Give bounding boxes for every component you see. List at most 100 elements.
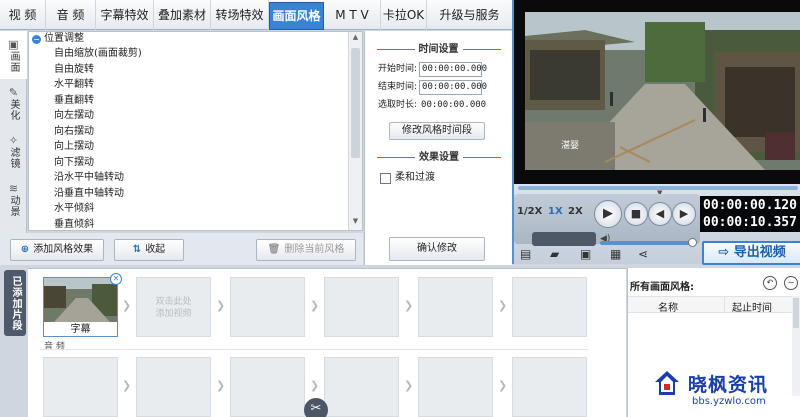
tab-overlay[interactable]: 叠加素材	[154, 0, 211, 30]
modify-time-button[interactable]: 修改风格时间段	[389, 122, 485, 140]
tree-item[interactable]: 自由缩放(画面裁剪)	[29, 46, 362, 62]
chevron-right-icon: ❯	[310, 379, 320, 392]
tab-karaoke[interactable]: 卡拉OK	[381, 0, 427, 30]
tab-transitions[interactable]: 转场特效	[211, 0, 269, 30]
audio-slot[interactable]	[418, 357, 493, 417]
tab-video[interactable]: 视 频	[0, 0, 46, 30]
end-time-input[interactable]: 00:00:00.000	[419, 79, 487, 95]
tree-item[interactable]: 垂直翻转	[29, 93, 362, 109]
tree-item[interactable]: 向上摆动	[29, 139, 362, 155]
speed-half-button[interactable]: 1/2X	[517, 206, 542, 217]
save-icon[interactable]: ▣	[580, 247, 591, 261]
tab-subtitle-effects[interactable]: 字幕特效	[96, 0, 154, 30]
collapse-label: 收起	[145, 244, 166, 255]
tree-item[interactable]: 沿水平中轴转动	[29, 170, 362, 186]
soft-transition-row[interactable]: 柔和过渡	[367, 169, 435, 187]
scroll-up-icon[interactable]: ▲	[349, 33, 362, 45]
tab-upgrade-service[interactable]: 升级与服务	[427, 0, 512, 30]
play-button[interactable]: ▶	[594, 200, 622, 228]
audio-slot[interactable]	[512, 357, 587, 417]
collapse-icon[interactable]: −	[32, 34, 41, 44]
collapse-arrows-icon: ⇅	[132, 244, 142, 255]
share-icon[interactable]: ⋖	[638, 247, 648, 261]
export-icon: ⇨	[718, 245, 734, 260]
side-tab-label: 美化	[8, 98, 19, 121]
speed-2x-button[interactable]: 2X	[568, 206, 583, 217]
empty-clip-slot[interactable]	[418, 277, 493, 337]
tree-item[interactable]: 向右摆动	[29, 124, 362, 140]
open-folder-icon[interactable]: ▰	[550, 247, 559, 261]
volume-slider[interactable]	[600, 238, 697, 247]
tree-item[interactable]: 沿垂直中轴转动	[29, 186, 362, 202]
transport-panel: 1/2X 1X 2X ▶ ■ ◀ ▶ ◀)	[514, 194, 700, 247]
delete-style-label: 删除当前风格	[284, 244, 345, 255]
chevron-right-icon: ❯	[498, 299, 508, 312]
minus-icon[interactable]: −	[784, 276, 798, 290]
side-tab-picture[interactable]: ▣ 画面	[0, 31, 27, 79]
collapse-button[interactable]: ⇅ 收起	[114, 239, 184, 261]
trash-icon: 🗑	[267, 244, 281, 255]
col-name-header[interactable]: 名称	[658, 299, 678, 314]
undo-icon[interactable]: ↶	[763, 276, 777, 290]
tab-mtv[interactable]: M T V	[324, 0, 381, 30]
side-tab-beautify[interactable]: ✎ 美化	[0, 79, 27, 127]
add-video-slot[interactable]: 双击此处 添加视频	[136, 277, 211, 337]
settings-panel: 时间设置 开始时间: 00:00:00.000 结束时间: 00:00:00.0…	[364, 31, 512, 265]
tree-item[interactable]: 自由旋转	[29, 62, 362, 78]
add-style-label: 添加风格效果	[33, 244, 94, 255]
empty-clip-slot[interactable]	[324, 277, 399, 337]
watermark-name: 晓枫资讯	[688, 374, 769, 396]
add-style-button[interactable]: ⊕ 添加风格效果	[10, 239, 104, 261]
export-label: 导出视频	[733, 245, 786, 260]
scroll-down-icon[interactable]: ▼	[349, 217, 362, 229]
chevron-right-icon: ❯	[216, 379, 226, 392]
list-toolbar: ⊕ 添加风格效果 ⇅ 收起 🗑 删除当前风格	[0, 233, 363, 265]
scroll-thumb[interactable]	[793, 298, 799, 328]
scissors-icon[interactable]: ✂	[304, 398, 328, 417]
tree-item[interactable]: 向左摆动	[29, 108, 362, 124]
audio-slot[interactable]	[324, 357, 399, 417]
tree-item[interactable]: 水平倾斜	[29, 201, 362, 217]
col-time-header[interactable]: 起止时间	[732, 299, 772, 314]
tree-item[interactable]: 向下摆动	[29, 155, 362, 171]
audio-slot[interactable]	[136, 357, 211, 417]
start-time-input[interactable]: 00:00:00.000	[419, 61, 487, 77]
tab-audio[interactable]: 音 频	[46, 0, 96, 30]
empty-clip-slot[interactable]	[512, 277, 587, 337]
forward-icon: ▶	[679, 207, 689, 220]
empty-clip-slot[interactable]	[230, 277, 305, 337]
start-time-row: 开始时间: 00:00:00.000	[365, 60, 512, 78]
side-tab-motion[interactable]: ≋ 动景	[0, 175, 27, 223]
duration-row: 选取时长: 00:00:00.000	[365, 96, 512, 114]
clip-timeline: 字幕 ✕ ❯ 双击此处 添加视频 ❯ ❯ ❯ ❯ ❯ ❯ ❯ ❯ ❯	[28, 268, 626, 417]
prev-frame-button[interactable]: ◀	[648, 202, 672, 226]
scroll-thumb[interactable]	[351, 48, 360, 158]
remove-clip-icon[interactable]: ✕	[110, 273, 122, 285]
side-tab-label: 画面	[8, 50, 19, 73]
side-tab-label: 滤镜	[8, 146, 19, 169]
frame-step-control[interactable]	[532, 232, 596, 246]
tab-picture-style[interactable]: 画面风格	[269, 2, 324, 30]
styles-list-header: 名称 起止时间	[628, 296, 800, 314]
stop-button[interactable]: ■	[624, 202, 648, 226]
effect-tree: − 位置调整 自由缩放(画面裁剪) 自由旋转 水平翻转 垂直翻转 向左摆动 向右…	[28, 31, 363, 231]
delete-style-button[interactable]: 🗑 删除当前风格	[256, 239, 356, 261]
side-tab-filter[interactable]: ✧ 滤镜	[0, 127, 27, 175]
tree-item[interactable]: 水平翻转	[29, 77, 362, 93]
tree-scrollbar[interactable]: ▲ ▼	[348, 32, 362, 230]
soft-transition-checkbox[interactable]	[380, 172, 391, 184]
snapshot-icon[interactable]: ▦	[610, 247, 621, 261]
column-divider	[724, 296, 725, 313]
export-video-button[interactable]: ⇨ 导出视频	[702, 241, 800, 265]
stop-icon: ■	[630, 207, 642, 220]
confirm-modify-button[interactable]: 确认修改	[389, 237, 485, 261]
tree-group-position[interactable]: − 位置调整	[29, 32, 362, 46]
tree-item[interactable]: 垂直倾斜	[29, 217, 362, 231]
next-frame-button[interactable]: ▶	[672, 202, 696, 226]
clip-thumbnail[interactable]: 字幕 ✕	[43, 273, 122, 337]
new-project-icon[interactable]: ▤	[520, 247, 531, 261]
audio-slot[interactable]	[43, 357, 118, 417]
speed-1x-button[interactable]: 1X	[548, 206, 563, 217]
audio-slot[interactable]	[230, 357, 305, 417]
video-caption: 湛婴	[561, 141, 580, 151]
